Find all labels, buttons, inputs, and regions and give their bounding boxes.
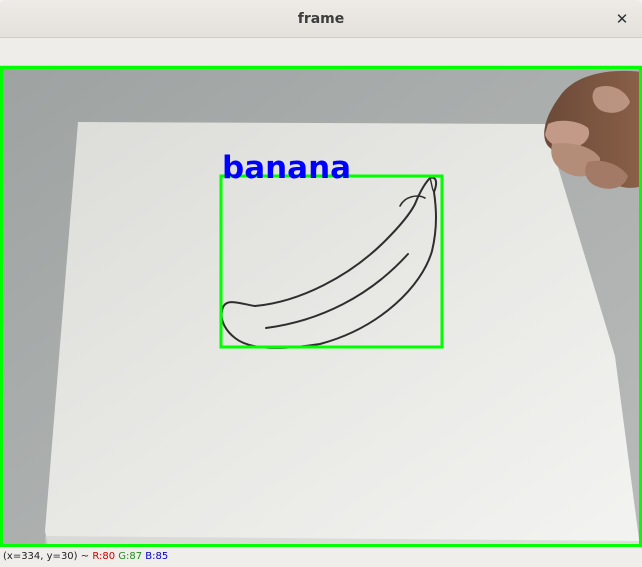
video-frame[interactable]: banana banana xyxy=(0,66,642,547)
toolbar xyxy=(0,38,642,66)
app-window: frame ✕ banana (x=334, y=30) ~ R:80 G:87… xyxy=(0,0,642,567)
close-icon[interactable]: ✕ xyxy=(612,9,632,29)
status-green: G:87 xyxy=(118,551,143,562)
window-title: frame xyxy=(297,11,345,27)
status-blue: B:85 xyxy=(145,551,169,562)
camera-image: banana banana xyxy=(0,66,642,547)
status-separator: ~ xyxy=(77,551,93,562)
status-coords: (x=334, y=30) xyxy=(3,551,78,562)
status-bar: (x=334, y=30) ~ R:80 G:87 B:85 xyxy=(0,547,642,567)
detection-label: banana xyxy=(222,150,351,186)
title-bar[interactable]: frame ✕ xyxy=(0,0,642,38)
status-red: R:80 xyxy=(92,551,116,562)
